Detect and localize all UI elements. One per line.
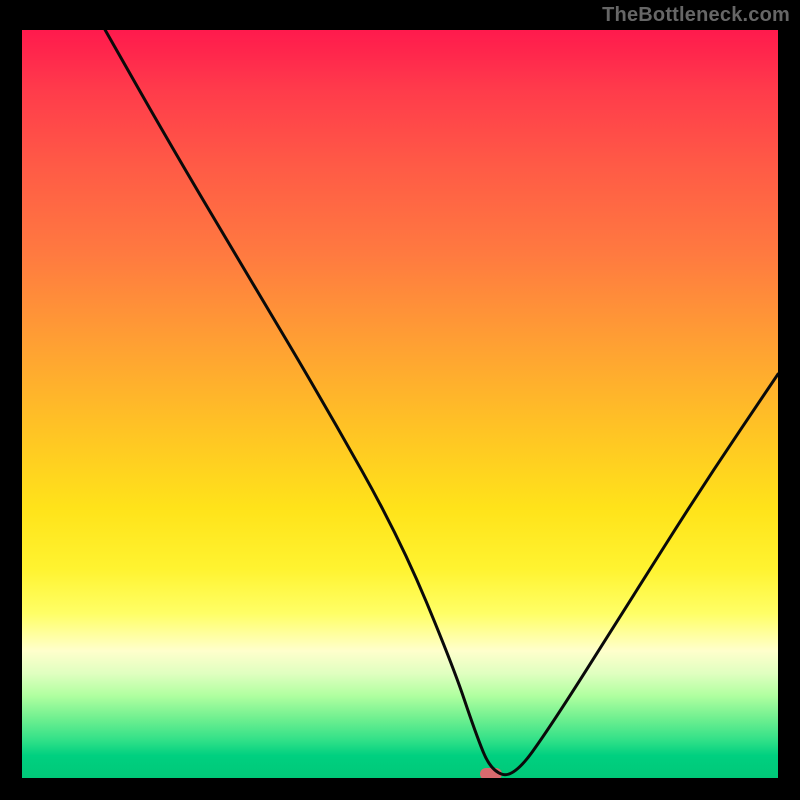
plot-area — [22, 30, 778, 778]
chart-frame: TheBottleneck.com — [0, 0, 800, 800]
bottleneck-curve — [22, 30, 778, 778]
watermark-text: TheBottleneck.com — [602, 4, 790, 27]
curve-path — [105, 30, 778, 775]
